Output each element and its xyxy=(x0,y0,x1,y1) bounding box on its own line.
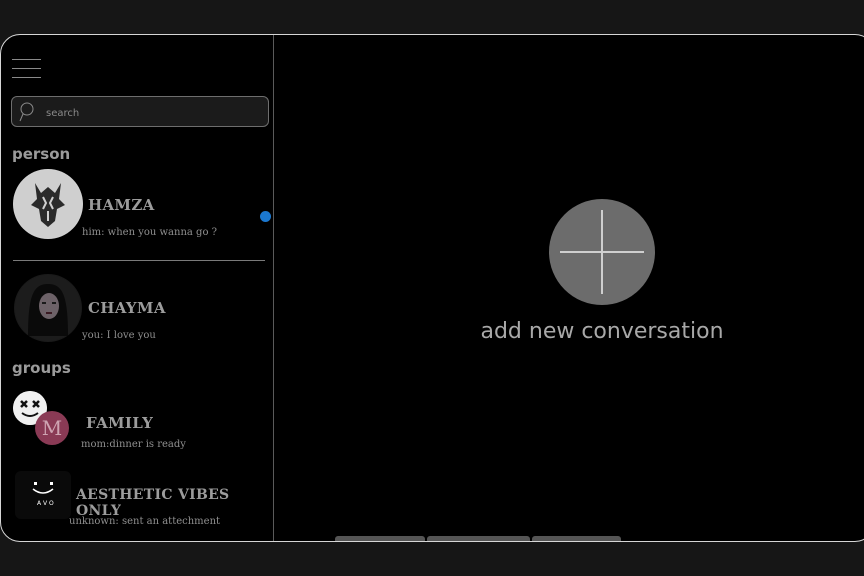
section-label-groups: groups xyxy=(12,359,71,377)
conversation-item-hamza[interactable]: HAMZA him: when you wanna go ? xyxy=(1,169,274,259)
divider xyxy=(13,260,265,261)
bottom-tab-handle-1[interactable] xyxy=(335,536,425,541)
conversation-name: CHAYMA xyxy=(88,299,166,317)
portrait-avatar-icon xyxy=(14,274,82,342)
unread-indicator xyxy=(260,211,271,222)
app-window: person HAMZA him: when you wanna go ? xyxy=(0,34,864,542)
bottom-tab-handle-3[interactable] xyxy=(532,536,621,541)
search-icon xyxy=(19,102,34,122)
smiley-avatar-icon: A V O xyxy=(15,471,71,519)
main-panel: add new conversation xyxy=(274,35,864,541)
section-label-person: person xyxy=(12,145,71,163)
group-name: FAMILY xyxy=(86,414,154,432)
conversation-name: HAMZA xyxy=(88,196,155,214)
wolf-avatar-icon xyxy=(13,169,83,239)
hamburger-menu-icon[interactable] xyxy=(12,59,41,79)
add-conversation-label: add new conversation xyxy=(480,319,724,344)
conversation-preview: you: I love you xyxy=(82,330,156,341)
conversation-preview: him: when you wanna go ? xyxy=(82,227,217,238)
group-preview: unknown: sent an attechment xyxy=(69,516,221,527)
group-name: AESTHETIC VIBES ONLY xyxy=(76,487,230,519)
search-input[interactable] xyxy=(44,103,258,123)
conversation-item-chayma[interactable]: CHAYMA you: I love you xyxy=(1,274,274,344)
svg-text:A V O: A V O xyxy=(37,500,54,507)
conversation-sidebar: person HAMZA him: when you wanna go ? xyxy=(1,35,274,541)
group-letter-avatar: M xyxy=(35,411,69,445)
group-item-aesthetic-vibes-only[interactable]: A V O AESTHETIC VIBES ONLY unknown: sent… xyxy=(1,471,274,531)
group-preview: mom:dinner is ready xyxy=(81,439,186,450)
search-box xyxy=(11,96,269,127)
add-conversation-button[interactable] xyxy=(549,199,655,305)
bottom-tab-handle-2[interactable] xyxy=(427,536,530,541)
